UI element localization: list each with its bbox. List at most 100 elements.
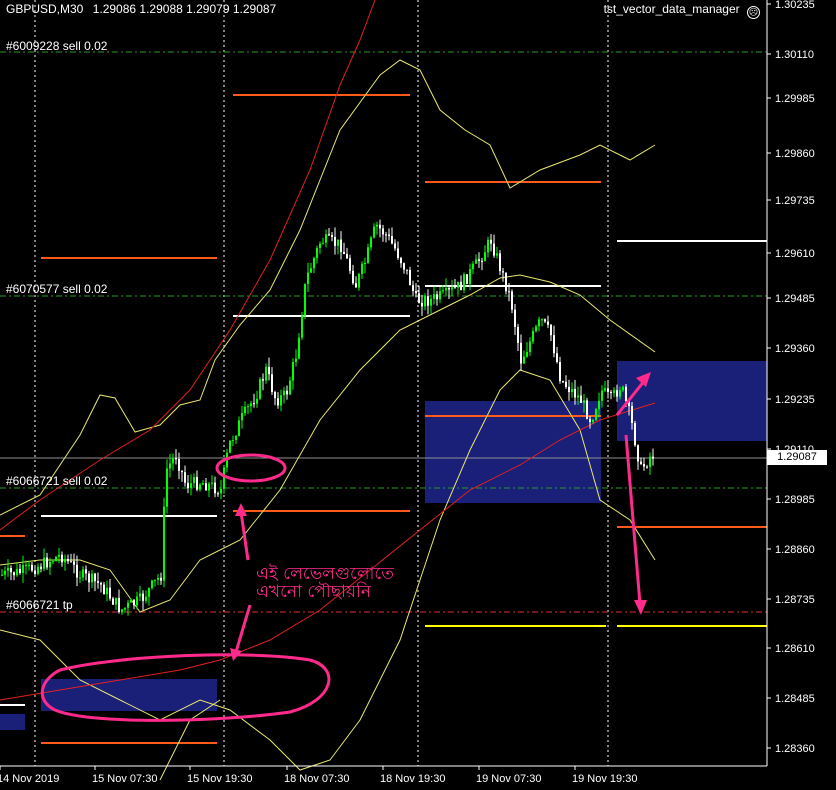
candle-body-197 xyxy=(592,419,594,423)
candle-body-170 xyxy=(511,291,513,310)
price-tick-label-6: 1.29485 xyxy=(775,293,815,305)
candle-body-83 xyxy=(250,403,252,407)
candle-body-109 xyxy=(328,234,330,236)
candle-body-103 xyxy=(310,268,312,273)
candle-body-122 xyxy=(367,247,369,263)
candle-body-88 xyxy=(265,366,267,381)
candle-body-156 xyxy=(469,269,471,284)
candle-body-44 xyxy=(133,599,135,606)
candle-body-168 xyxy=(505,272,507,292)
candle-body-20 xyxy=(61,554,63,563)
candle-body-10 xyxy=(31,564,33,571)
candle-body-148 xyxy=(445,288,447,291)
order-label-1[interactable]: #6009228 sell 0.02 xyxy=(6,39,107,53)
candle-body-165 xyxy=(496,253,498,256)
candle-body-70 xyxy=(211,482,213,484)
candle-body-23 xyxy=(70,561,72,563)
candle-body-25 xyxy=(76,564,78,578)
candle-body-150 xyxy=(451,287,453,290)
candle-body-174 xyxy=(523,356,525,364)
candle-body-123 xyxy=(370,237,372,248)
candle-body-183 xyxy=(550,324,552,336)
ohlc-values: 1.29086 1.29088 1.29079 1.29087 xyxy=(92,2,277,16)
candle-body-192 xyxy=(577,395,579,398)
candle-body-50 xyxy=(151,580,153,589)
candle-body-13 xyxy=(40,566,42,569)
annotation-arrow-up-shaft xyxy=(239,511,250,561)
chart-header: GBPUSD,M30 1.29086 1.29088 1.29079 1.290… xyxy=(6,2,276,16)
candle-body-147 xyxy=(442,290,444,292)
candle-body-97 xyxy=(292,361,294,381)
candle-body-30 xyxy=(91,573,93,583)
candle-body-65 xyxy=(196,477,198,490)
candle-body-203 xyxy=(610,391,612,394)
candle-body-161 xyxy=(484,252,486,262)
candle-body-46 xyxy=(139,593,141,597)
candle-body-0 xyxy=(1,574,3,576)
zone-rect-1 xyxy=(41,679,217,711)
candle-body-200 xyxy=(601,390,603,401)
candle-body-110 xyxy=(331,235,333,237)
candle-body-53 xyxy=(160,577,162,581)
order-label-2[interactable]: #6070577 sell 0.02 xyxy=(6,282,107,296)
candle-body-54 xyxy=(163,506,165,581)
price-tick-label-12: 1.28735 xyxy=(775,594,815,606)
time-tick-label-6: 19 Nov 19:30 xyxy=(572,773,637,785)
candle-body-59 xyxy=(178,459,180,471)
candle-body-58 xyxy=(175,458,177,460)
candle-body-17 xyxy=(52,561,54,563)
candle-body-127 xyxy=(382,228,384,235)
candle-body-104 xyxy=(313,258,315,269)
tp-label[interactable]: #6066721 tp xyxy=(6,598,73,612)
candle-body-164 xyxy=(493,243,495,256)
candle-body-178 xyxy=(535,326,537,332)
candle-body-113 xyxy=(340,239,342,252)
order-label-3[interactable]: #6066721 sell 0.02 xyxy=(6,474,107,488)
candle-body-130 xyxy=(391,236,393,244)
candle-body-145 xyxy=(436,294,438,300)
candle-body-154 xyxy=(463,274,465,291)
candle-body-187 xyxy=(562,381,564,383)
candle-body-208 xyxy=(625,386,627,402)
candle-body-39 xyxy=(118,597,120,613)
candle-body-212 xyxy=(637,445,639,462)
candle-body-86 xyxy=(259,379,261,399)
candle-body-43 xyxy=(130,599,132,603)
candle-body-28 xyxy=(85,569,87,574)
price-tick-label-3: 1.29860 xyxy=(775,148,815,160)
candle-body-207 xyxy=(622,386,624,391)
candle-body-35 xyxy=(106,587,108,595)
candle-body-93 xyxy=(280,395,282,406)
expert-advisor-label[interactable]: tst_vector_data_manager ☹ xyxy=(604,2,760,19)
candle-body-108 xyxy=(325,234,327,243)
candle-body-2 xyxy=(7,568,9,571)
candle-body-201 xyxy=(604,388,606,391)
candle-body-119 xyxy=(358,273,360,288)
candle-body-173 xyxy=(520,342,522,364)
candle-body-142 xyxy=(427,296,429,306)
candle-body-99 xyxy=(298,337,300,359)
candle-body-91 xyxy=(274,392,276,399)
candle-body-102 xyxy=(307,272,309,284)
candle-body-90 xyxy=(271,374,273,393)
candle-body-22 xyxy=(67,558,69,562)
price-tick-label-2: 1.29985 xyxy=(775,93,815,105)
candle-body-185 xyxy=(556,353,558,363)
candle-body-79 xyxy=(238,420,240,437)
candle-body-56 xyxy=(169,463,171,469)
candle-body-120 xyxy=(361,263,363,274)
candle-body-193 xyxy=(580,395,582,403)
candle-body-131 xyxy=(394,243,396,249)
annotation-line-1: এই লেভেলগুলোতে xyxy=(256,564,394,584)
price-chart[interactable]: 1.30235 1.30110 1.29985 1.29860 1.29735 1.296… xyxy=(0,0,836,790)
candle-body-189 xyxy=(568,386,570,393)
candle-body-11 xyxy=(34,570,36,574)
candle-body-153 xyxy=(460,281,462,291)
candle-body-169 xyxy=(508,291,510,293)
candle-body-182 xyxy=(547,321,549,325)
candle-body-112 xyxy=(337,239,339,246)
candle-body-121 xyxy=(364,262,366,264)
price-tick-label-11: 1.28860 xyxy=(775,544,815,556)
candle-body-29 xyxy=(88,573,90,583)
candle-body-74 xyxy=(223,467,225,489)
